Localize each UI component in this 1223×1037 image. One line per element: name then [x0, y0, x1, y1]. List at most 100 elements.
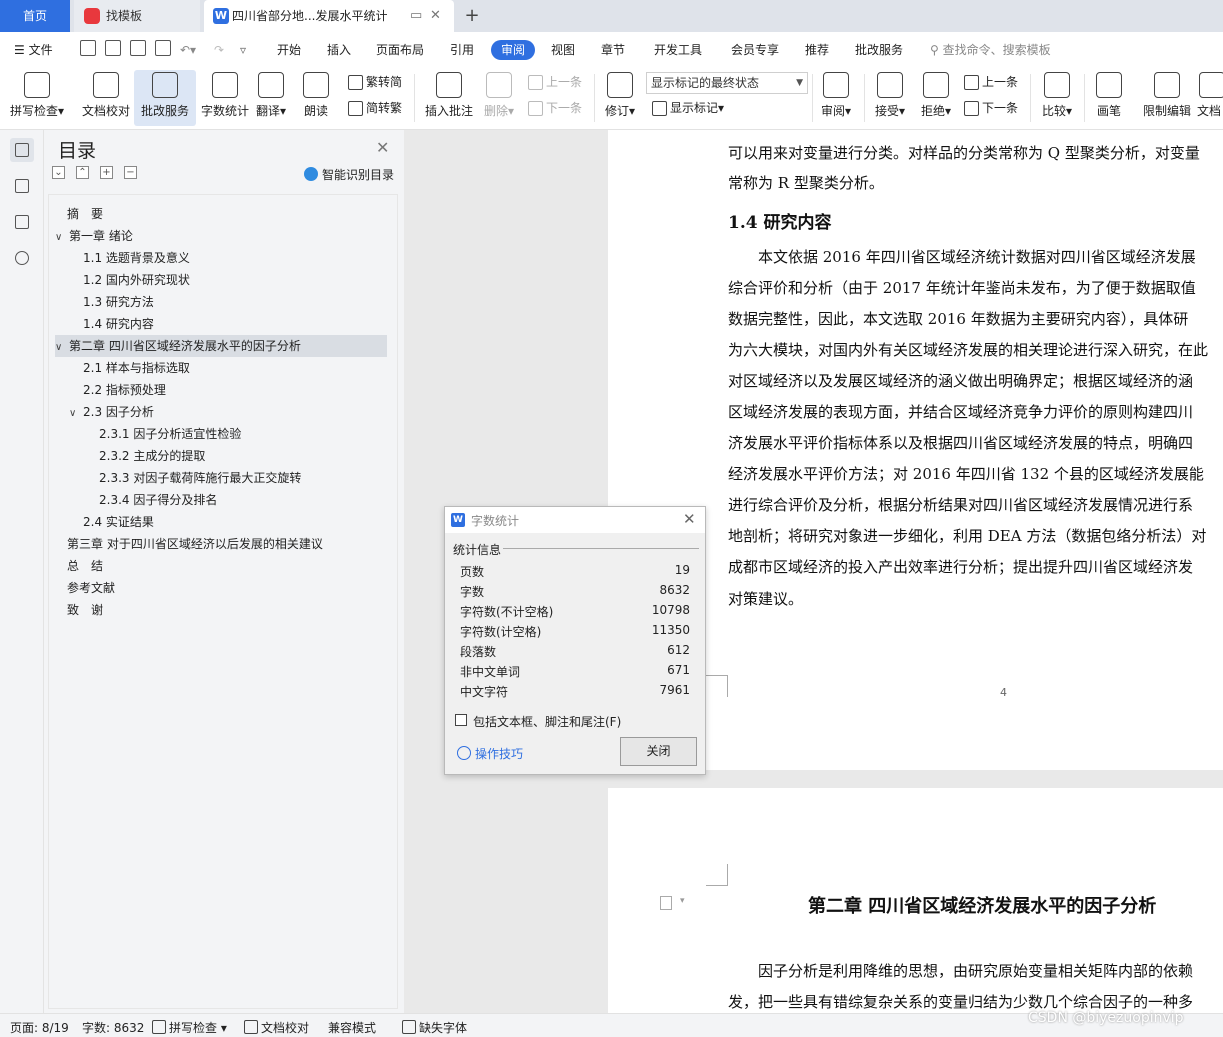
toc-item[interactable]: ∨ 第二章 四川省区域经济发展水平的因子分析 [55, 335, 387, 357]
toc-item[interactable]: 致 谢 [55, 599, 387, 621]
insert-comment-button[interactable]: 插入批注 [418, 70, 480, 126]
redo-icon[interactable]: ↷ [214, 40, 224, 60]
menu-references[interactable]: 引用 [450, 40, 474, 60]
doc-proof-status[interactable]: 文档校对 [244, 1019, 309, 1036]
document-page[interactable]: ▾ 第二章 四川省区域经济发展水平的因子分析 因子分析是利用降维的思想，由研究原… [608, 788, 1223, 1013]
show-markup-button[interactable]: 显示标记▾ [650, 98, 724, 118]
menu-review[interactable]: 审阅 [491, 40, 536, 60]
menu-correction[interactable]: 批改服务 [855, 40, 903, 60]
tips-link[interactable]: 操作技巧 [457, 745, 523, 762]
correction-service-button[interactable]: 批改服务 [134, 70, 196, 126]
toc-item[interactable]: 2.3.4 因子得分及排名 [55, 489, 387, 511]
collapse-all-icon[interactable]: ⌄ [52, 166, 65, 179]
spellcheck-status[interactable]: 拼写检查 ▾ [152, 1019, 227, 1036]
toc-item[interactable]: 参考文献 [55, 577, 387, 599]
chevron-down-icon[interactable]: ∨ [69, 403, 83, 425]
spellcheck-button[interactable]: 拼写检查▾ [6, 70, 68, 126]
dialog-title: 字数统计 [471, 514, 520, 528]
toc-title: 目录 [58, 140, 97, 162]
pin-icon[interactable]: ▭ [410, 0, 422, 32]
menu-recommend[interactable]: 推荐 [805, 40, 829, 60]
restrict-edit-button[interactable]: 限制编辑 [1136, 70, 1198, 126]
next-comment-button[interactable]: 下一条 [526, 98, 582, 118]
expand-all-icon[interactable]: ⌃ [76, 166, 89, 179]
prev-change-button[interactable]: 上一条 [962, 72, 1018, 92]
prev-comment-button[interactable]: 上一条 [526, 72, 582, 92]
reject-button[interactable]: 拒绝▾ [914, 70, 958, 126]
markup-state-select[interactable]: 显示标记的最终状态 ▼ [646, 72, 808, 94]
chevron-down-icon[interactable]: ∨ [55, 227, 69, 249]
page-indicator[interactable]: 页面: 8/19 [10, 1019, 69, 1036]
export-pdf-icon[interactable] [105, 40, 121, 56]
bookmark-nav-button[interactable] [10, 210, 34, 234]
menu-member[interactable]: 会员专享 [731, 40, 779, 60]
file-menu[interactable]: ☰ 文件 [14, 40, 53, 60]
quick-access-dropdown-icon[interactable]: ▿ [240, 40, 246, 60]
simp-to-trad-button[interactable]: 简转繁 [346, 98, 402, 118]
toc-item[interactable]: 1.1 选题背景及意义 [55, 247, 387, 269]
menu-start[interactable]: 开始 [277, 40, 301, 60]
search-nav-button[interactable] [10, 246, 34, 270]
close-icon[interactable]: ✕ [376, 138, 389, 157]
menu-view[interactable]: 视图 [551, 40, 575, 60]
word-count-indicator[interactable]: 字数: 8632 [82, 1019, 144, 1036]
include-textbox-checkbox[interactable]: 包括文本框、脚注和尾注(F) [455, 713, 621, 730]
revise-button[interactable]: 修订▾ [598, 70, 642, 126]
add-heading-icon[interactable]: + [100, 166, 113, 179]
next-change-button[interactable]: 下一条 [962, 98, 1018, 118]
close-tab-icon[interactable]: ✕ [430, 0, 441, 32]
more-ribbon-button[interactable]: 文档 [1197, 70, 1223, 126]
missing-font-status[interactable]: 缺失字体 [402, 1019, 467, 1036]
toc-item[interactable]: 第三章 对于四川省区域经济以后发展的相关建议 [55, 533, 387, 555]
doc-proof-button[interactable]: 文档校对 [75, 70, 137, 126]
toc-item[interactable]: ∨ 第一章 绪论 [55, 225, 387, 247]
compare-button[interactable]: 比较▾ [1034, 70, 1080, 126]
undo-icon[interactable]: ↶▾ [180, 40, 196, 60]
checkbox-box[interactable] [455, 714, 467, 726]
toc-item[interactable]: 1.4 研究内容 [55, 313, 387, 335]
remove-heading-icon[interactable]: − [124, 166, 137, 179]
tab-template[interactable]: 找模板 [74, 0, 200, 32]
close-button[interactable]: 关闭 [620, 737, 697, 766]
paragraph-line: 区域经济发展的表现方面，并结合区域经济竞争力评价的原则构建四川 [728, 403, 1194, 421]
toc-item[interactable]: 摘 要 [55, 203, 387, 225]
toc-item[interactable]: 2.3.1 因子分析适宜性检验 [55, 423, 387, 445]
menu-developer[interactable]: 开发工具 [654, 40, 702, 60]
translate-button[interactable]: 翻译▾ [243, 70, 299, 126]
review-pane-button[interactable]: 审阅▾ [814, 70, 858, 126]
command-search[interactable]: ⚲ 查找命令、搜索模板 [930, 40, 1051, 60]
toc-item[interactable]: 总 结 [55, 555, 387, 577]
accept-button[interactable]: 接受▾ [868, 70, 912, 126]
toc-item[interactable]: 1.2 国内外研究现状 [55, 269, 387, 291]
print-preview-icon[interactable] [155, 40, 171, 56]
new-tab-button[interactable]: + [460, 0, 484, 32]
chapter-nav-button[interactable] [10, 174, 34, 198]
read-aloud-button[interactable]: 朗读 [292, 70, 340, 126]
tab-document[interactable]: W 四川省部分地...发展水平统计 ▭ ✕ [204, 0, 454, 32]
toc-item[interactable]: ∨ 2.3 因子分析 [55, 401, 387, 423]
toc-item[interactable]: 2.2 指标预处理 [55, 379, 387, 401]
delete-comment-button[interactable]: 删除▾ [474, 70, 524, 126]
toc-item[interactable]: 2.4 实证结果 [55, 511, 387, 533]
toc-nav-button[interactable] [10, 138, 34, 162]
paragraph-icon[interactable] [660, 896, 672, 910]
dialog-titlebar[interactable]: W 字数统计 ✕ [445, 507, 705, 533]
menu-page-layout[interactable]: 页面布局 [376, 40, 424, 60]
chevron-down-icon[interactable]: ▾ [680, 896, 685, 906]
include-textbox-label: 包括文本框、脚注和尾注(F) [473, 715, 622, 729]
chevron-down-icon[interactable]: ∨ [55, 337, 69, 359]
menu-chapter[interactable]: 章节 [601, 40, 625, 60]
word-count-dialog: W 字数统计 ✕ 统计信息 页数 19 字数 8632 字符数(不计空格) 10798 字符… [444, 506, 706, 775]
trad-to-simp-button[interactable]: 繁转简 [346, 72, 402, 92]
pen-button[interactable]: 画笔 [1086, 70, 1132, 126]
toc-item[interactable]: 2.3.3 对因子载荷阵施行最大正交旋转 [55, 467, 387, 489]
toc-item[interactable]: 2.1 样本与指标选取 [55, 357, 387, 379]
menu-insert[interactable]: 插入 [327, 40, 351, 60]
toc-item[interactable]: 1.3 研究方法 [55, 291, 387, 313]
close-icon[interactable]: ✕ [683, 510, 696, 528]
smart-toc-button[interactable]: 智能识别目录 [304, 166, 394, 183]
print-icon[interactable] [130, 40, 146, 56]
tab-home[interactable]: 首页 [0, 0, 70, 32]
toc-item[interactable]: 2.3.2 主成分的提取 [55, 445, 387, 467]
save-icon[interactable] [80, 40, 96, 56]
